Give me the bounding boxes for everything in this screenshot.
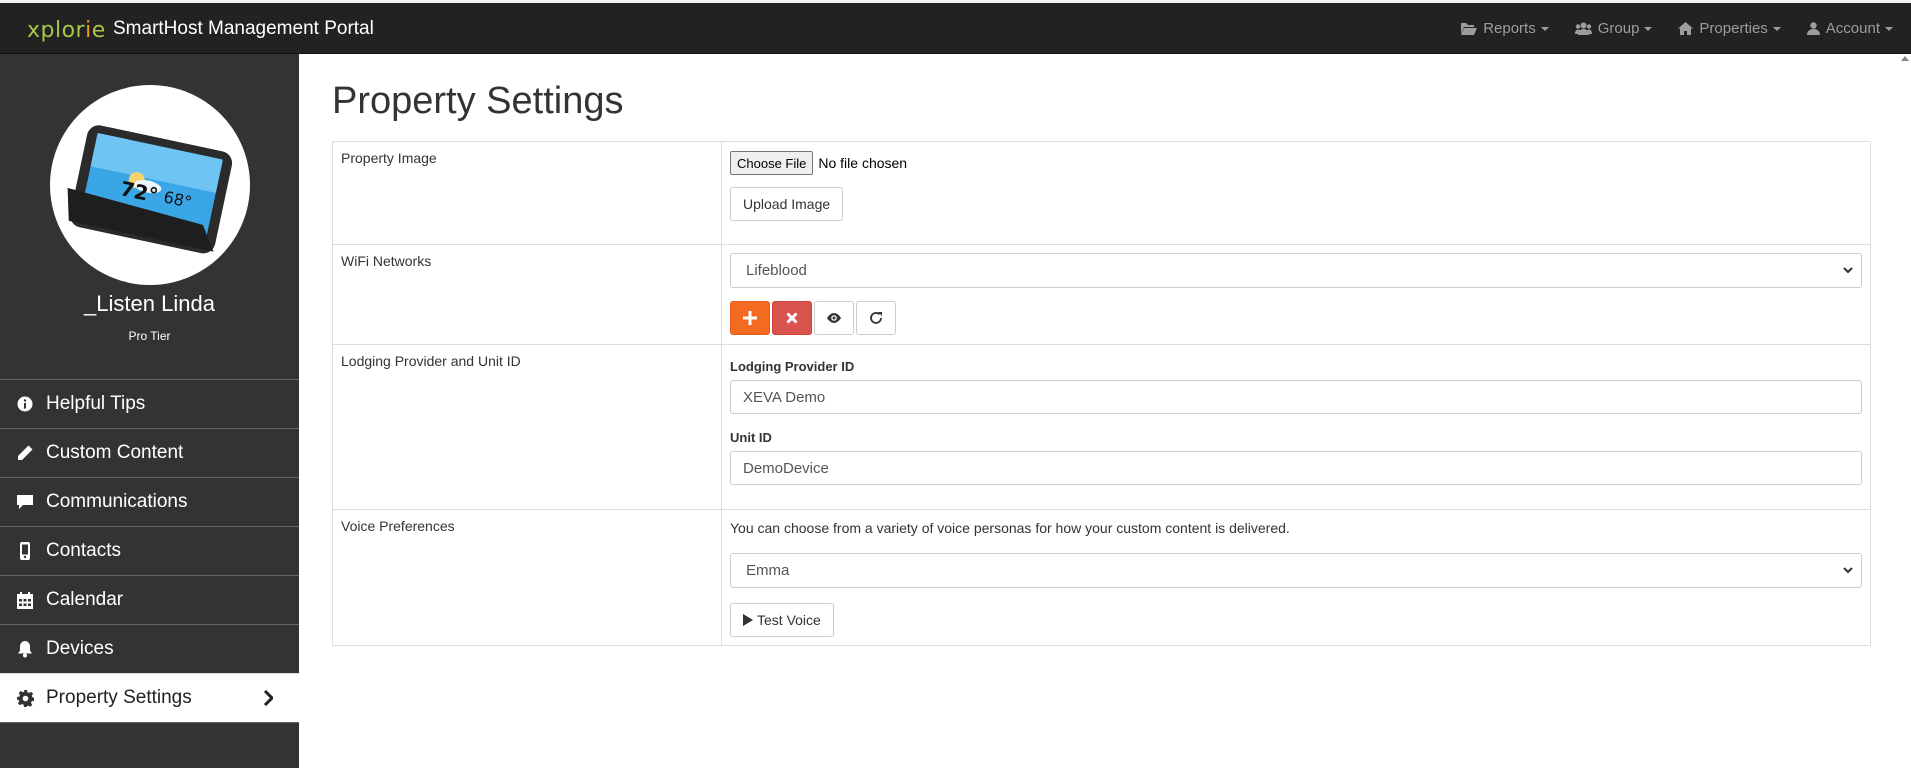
caret-down-icon xyxy=(1644,26,1653,31)
upload-image-button[interactable]: Upload Image xyxy=(730,187,844,221)
wifi-network-selected: Lifeblood xyxy=(746,262,807,279)
comment-icon xyxy=(16,493,34,511)
sidebar-item-calendar[interactable]: Calendar xyxy=(0,575,299,624)
page-title: Property Settings xyxy=(332,80,624,122)
voice-persona-selected: Emma xyxy=(746,562,790,579)
nav-group[interactable]: Group xyxy=(1562,3,1666,54)
voice-persona-select[interactable]: Emma xyxy=(730,553,1862,588)
wifi-network-select[interactable]: Lifeblood xyxy=(730,253,1862,288)
voice-preferences-label: Voice Preferences xyxy=(332,509,722,646)
nav-group-label: Group xyxy=(1597,20,1640,37)
lodging-provider-controls: Lodging Provider ID XEVA Demo Unit ID De… xyxy=(721,344,1871,510)
chevron-down-icon xyxy=(1843,567,1853,574)
test-voice-label: Test Voice xyxy=(757,612,821,628)
close-icon xyxy=(786,312,798,324)
xplorie-logo[interactable]: xplorie xyxy=(27,18,106,43)
row-property-image: Property Image Choose File No file chose… xyxy=(332,141,1871,245)
nav-reports[interactable]: Reports xyxy=(1448,3,1562,54)
sidebar-item-label: Custom Content xyxy=(46,442,184,463)
eye-icon xyxy=(827,313,841,323)
lodging-provider-id-input[interactable]: XEVA Demo xyxy=(730,380,1862,414)
top-nav: Reports Group Properties Account xyxy=(1448,3,1911,57)
property-image-label: Property Image xyxy=(332,141,722,245)
top-navbar: xplorie SmartHost Management Portal Repo… xyxy=(0,0,1911,54)
sidebar-item-contacts[interactable]: Contacts xyxy=(0,526,299,575)
property-settings-table: Property Image Choose File No file chose… xyxy=(332,141,1871,646)
sidebar-item-label: Devices xyxy=(46,638,114,659)
unit-id-input[interactable]: DemoDevice xyxy=(730,451,1862,485)
chevron-down-icon xyxy=(1843,267,1853,274)
portal-title: SmartHost Management Portal xyxy=(113,18,374,39)
sidebar-menu: Helpful Tips Custom Content Communicatio… xyxy=(0,379,299,763)
caret-down-icon xyxy=(1772,26,1781,31)
pencil-icon xyxy=(16,444,34,462)
avatar: 72° 68° xyxy=(50,85,250,285)
row-wifi-networks: WiFi Networks Lifeblood xyxy=(332,244,1871,345)
info-circle-icon xyxy=(16,395,34,413)
home-icon xyxy=(1678,22,1694,35)
sidebar-item-helpful-tips[interactable]: Helpful Tips xyxy=(0,379,299,428)
chevron-right-icon xyxy=(263,690,273,706)
file-status: No file chosen xyxy=(818,155,908,171)
wifi-networks-label: WiFi Networks xyxy=(332,244,722,345)
profile-tier: Pro Tier xyxy=(128,329,171,343)
calendar-icon xyxy=(16,591,34,609)
row-lodging-provider: Lodging Provider and Unit ID Lodging Pro… xyxy=(332,344,1871,510)
gear-icon xyxy=(16,689,34,707)
delete-wifi-button[interactable] xyxy=(772,301,812,335)
sidebar-item-custom-content[interactable]: Custom Content xyxy=(0,428,299,477)
view-wifi-button[interactable] xyxy=(814,301,854,335)
sidebar-item-communications[interactable]: Communications xyxy=(0,477,299,526)
row-voice-preferences: Voice Preferences You can choose from a … xyxy=(332,509,1871,646)
caret-down-icon xyxy=(1540,26,1549,31)
voice-preferences-controls: You can choose from a variety of voice p… xyxy=(721,509,1871,646)
nav-properties-label: Properties xyxy=(1699,20,1768,37)
choose-file-button[interactable]: Choose File xyxy=(730,151,814,175)
user-icon xyxy=(1806,22,1820,35)
scroll-up-arrow[interactable] xyxy=(1901,56,1909,61)
add-wifi-button[interactable] xyxy=(730,301,770,335)
sidebar-item-property-settings[interactable]: Property Settings xyxy=(0,673,299,722)
refresh-wifi-button[interactable] xyxy=(856,301,896,335)
caret-down-icon xyxy=(1885,26,1893,31)
profile-name: _Listen Linda xyxy=(84,291,215,316)
sidebar-item-label: Communications xyxy=(46,491,188,512)
sidebar-item-devices[interactable]: Devices xyxy=(0,624,299,673)
property-image-controls: Choose File No file chosen Upload Image xyxy=(721,141,1871,245)
mobile-phone-icon xyxy=(16,542,34,560)
bell-icon xyxy=(16,640,34,658)
sidebar-item-label: Calendar xyxy=(46,589,124,610)
plus-icon xyxy=(743,311,757,325)
nav-account[interactable]: Account xyxy=(1794,3,1911,54)
sidebar-item-label: Contacts xyxy=(46,540,121,561)
page-scrollbar[interactable] xyxy=(1899,54,1911,768)
sidebar-item-label: Property Settings xyxy=(46,687,192,708)
nav-account-label: Account xyxy=(1825,20,1880,37)
play-icon xyxy=(743,614,753,626)
echo-show-device-image: 72° 68° xyxy=(67,125,233,254)
unit-id-label: Unit ID xyxy=(730,430,772,445)
lodging-provider-id-label: Lodging Provider ID xyxy=(730,359,855,374)
voice-description: You can choose from a variety of voice p… xyxy=(730,520,1290,536)
refresh-icon xyxy=(870,312,882,324)
folder-open-icon xyxy=(1461,23,1478,35)
sidebar-footer xyxy=(0,722,299,763)
nav-reports-label: Reports xyxy=(1483,20,1536,37)
wifi-networks-controls: Lifeblood xyxy=(721,244,1871,345)
users-icon xyxy=(1574,22,1592,35)
test-voice-button[interactable]: Test Voice xyxy=(730,603,834,637)
nav-properties[interactable]: Properties xyxy=(1665,3,1793,54)
sidebar-item-label: Helpful Tips xyxy=(46,393,146,414)
lodging-provider-label: Lodging Provider and Unit ID xyxy=(332,344,722,510)
sidebar: 72° 68° _Listen Linda Pro Tier Helpful T… xyxy=(0,54,299,768)
